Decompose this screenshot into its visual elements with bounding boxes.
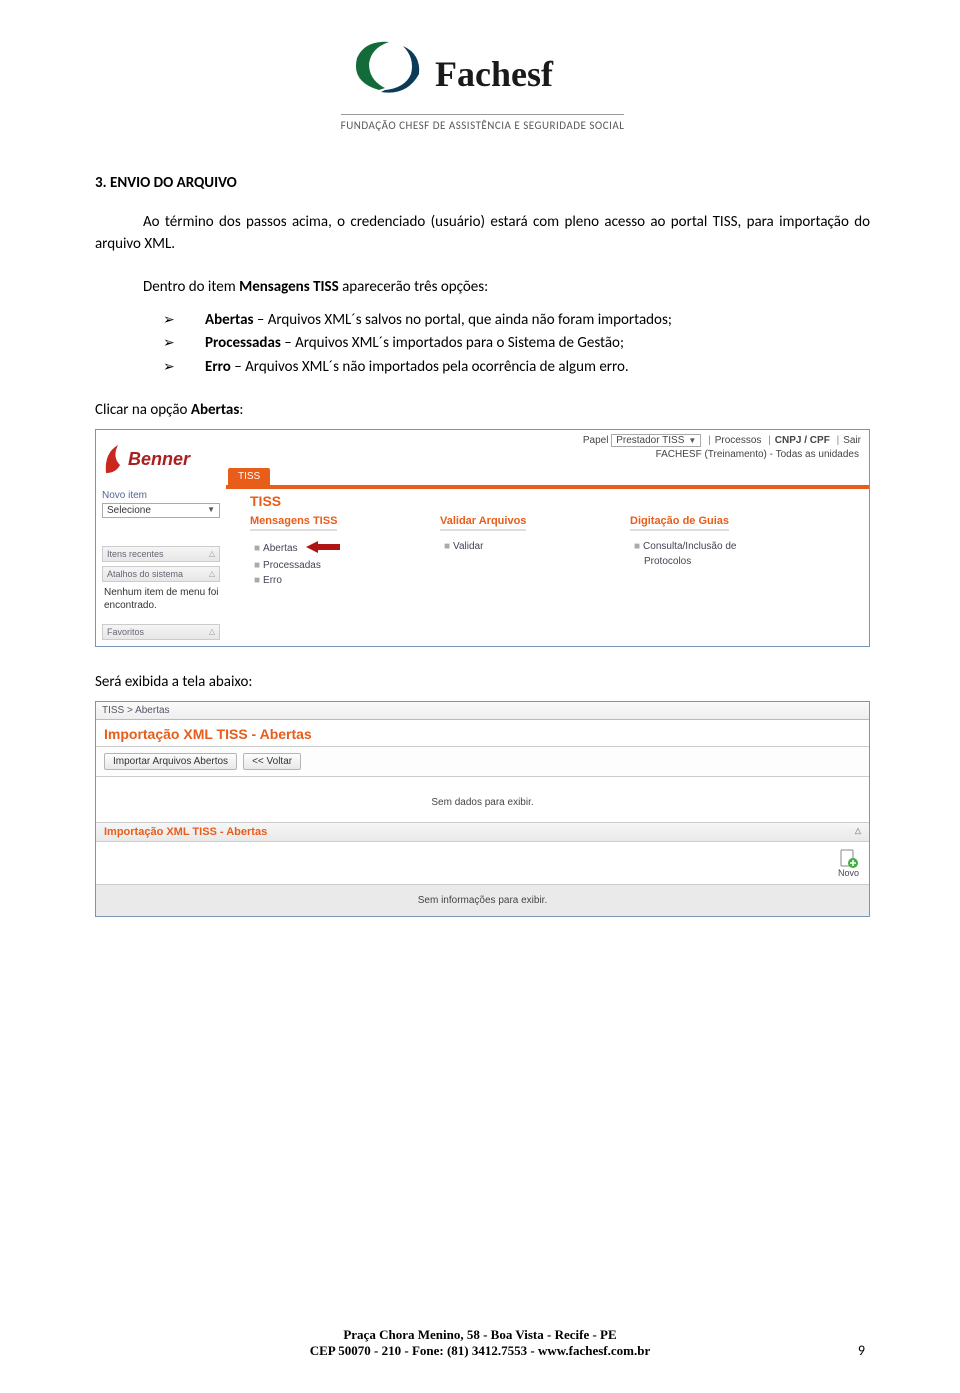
options-list: Abertas – Arquivos XML´s salvos no porta… [95,310,870,379]
list-item: Processadas – Arquivos XML´s importados … [205,333,870,355]
svg-text:Fachesf: Fachesf [435,54,554,94]
papel-row: Papel Prestador TISS▼ |Processos |CNPJ /… [226,430,869,449]
fachesf-logo-icon: Fachesf [343,40,623,110]
triangle-icon: △ [855,826,861,838]
triangle-icon: △ [209,549,215,559]
triangle-icon: △ [209,569,215,579]
benner-logo: Benner [102,436,220,484]
screenshot-abertas: TISS > Abertas Importação XML TISS - Abe… [95,701,870,917]
menu-consulta[interactable]: ■Consulta/Inclusão de [630,541,760,552]
tab-tiss[interactable]: TISS [228,468,270,485]
link-cnpj[interactable]: CNPJ / CPF [775,435,830,446]
menu-validar[interactable]: ■Validar [440,541,570,552]
page-plus-icon [838,848,858,868]
section-heading: 3. ENVIO DO ARQUIVO [95,174,870,192]
menu-processadas[interactable]: ■Processadas [250,560,380,571]
menu-erro[interactable]: ■Erro [250,575,380,586]
no-info-text: Sem informações para exibir. [96,885,869,916]
novo-button[interactable]: Novo [838,848,859,878]
page-number: 9 [858,1342,865,1359]
voltar-button[interactable]: << Voltar [243,753,301,770]
benner-swoosh-icon [102,443,124,477]
link-processos[interactable]: Processos [715,435,762,446]
page-title: Importação XML TISS - Abertas [96,720,869,747]
menu-protocolos[interactable]: Protocolos [630,556,760,567]
click-instruction: Clicar na opção Abertas: [95,401,870,419]
header-logo: Fachesf FUNDAÇÃO CHESF DE ASSISTÊNCIA E … [95,40,870,134]
chevron-down-icon: ▼ [688,436,696,445]
tiss-title: TISS [250,489,869,509]
col-header-digitacao: Digitação de Guias [630,515,729,531]
papel-select[interactable]: Prestador TISS▼ [611,434,701,447]
unit-label: FACHESF (Treinamento) - Todas as unidade… [226,449,869,460]
sub-header: Importação XML TISS - Abertas △ [96,823,869,842]
red-arrow-icon [306,541,340,556]
col-header-mensagens: Mensagens TISS [250,515,337,531]
logo-subtitle: FUNDAÇÃO CHESF DE ASSISTÊNCIA E SEGURIDA… [341,114,625,132]
no-data-text: Sem dados para exibir. [96,777,869,823]
panel-itens-recentes[interactable]: Itens recentes△ [102,546,220,562]
link-sair[interactable]: Sair [843,435,861,446]
nenhum-item-text: Nenhum item de menu foi encontrado. [102,582,220,620]
chevron-down-icon: ▼ [207,505,215,516]
page-footer: Praça Chora Menino, 58 - Boa Vista - Rec… [0,1327,960,1359]
intro-paragraph: Ao término dos passos acima, o credencia… [95,212,870,256]
panel-atalhos[interactable]: Atalhos do sistema△ [102,566,220,582]
novo-item-label: Novo item [102,490,220,501]
menu-abertas[interactable]: ■Abertas [250,541,380,556]
importar-button[interactable]: Importar Arquivos Abertos [104,753,237,770]
selecione-dropdown[interactable]: Selecione▼ [102,503,220,518]
list-intro: Dentro do item Mensagens TISS aparecerão… [95,278,870,296]
breadcrumb: TISS > Abertas [96,702,869,720]
panel-favoritos[interactable]: Favoritos△ [102,624,220,640]
col-header-validar: Validar Arquivos [440,515,526,531]
triangle-icon: △ [209,627,215,637]
list-item: Erro – Arquivos XML´s não importados pel… [205,357,870,379]
will-show-text: Será exibida a tela abaixo: [95,673,870,691]
list-item: Abertas – Arquivos XML´s salvos no porta… [205,310,870,332]
screenshot-tiss-menu: Benner Novo item Selecione▼ Papel Presta… [95,429,870,647]
